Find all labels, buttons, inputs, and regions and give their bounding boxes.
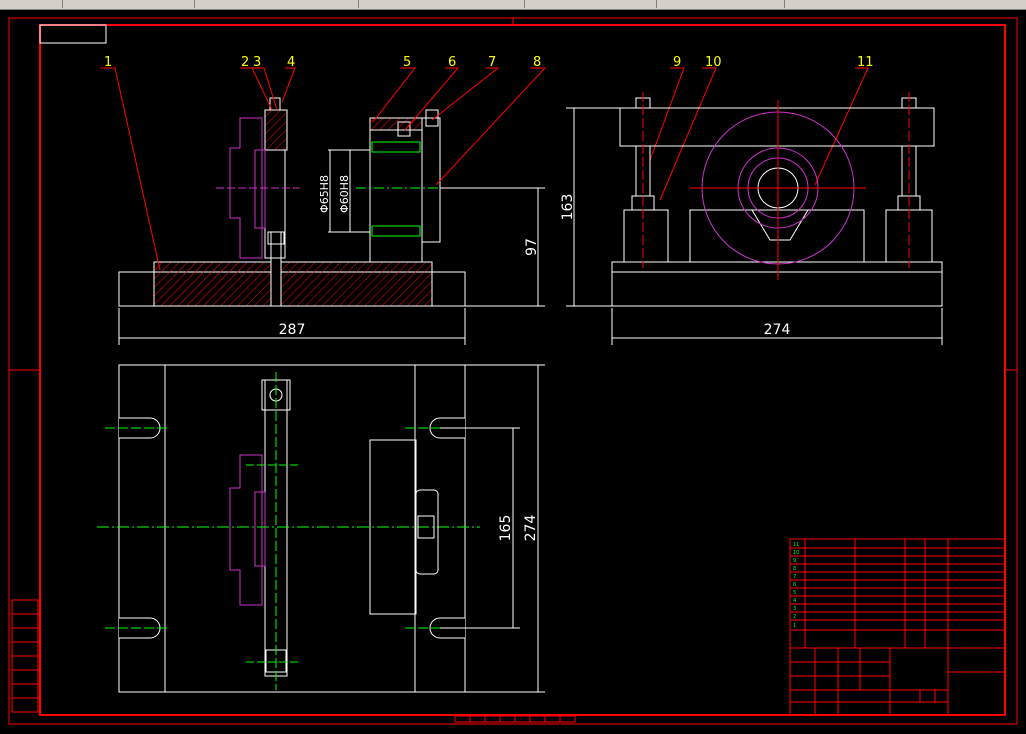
top-left-box — [39, 24, 107, 44]
tab-2[interactable] — [62, 0, 195, 8]
callout-10: 10 — [705, 55, 722, 70]
title-block — [789, 538, 1006, 716]
tab-4[interactable] — [358, 0, 525, 8]
dim-163: 163 — [560, 194, 576, 221]
dim-dia-60: Φ60H8 — [338, 175, 351, 213]
svg-text:11: 11 — [793, 542, 799, 548]
svg-text:9: 9 — [793, 558, 796, 564]
top-view: 165 274 — [97, 364, 545, 693]
dim-dia-65: Φ65H8 — [318, 175, 331, 213]
front-view: Φ65H8 Φ60H8 97 287 — [118, 97, 545, 345]
dim-165: 165 — [498, 515, 514, 542]
side-view: 163 274 — [560, 92, 943, 345]
svg-text:3: 3 — [793, 606, 796, 612]
callout-5: 5 — [403, 55, 411, 70]
callout-9: 9 — [673, 55, 681, 70]
dim-274-top: 274 — [523, 515, 539, 542]
svg-text:4: 4 — [793, 598, 796, 604]
bom-row-numbers: 11 10 9 8 7 6 5 4 3 2 1 — [793, 542, 799, 629]
tab-3[interactable] — [194, 0, 359, 8]
svg-text:6: 6 — [793, 582, 796, 588]
bottom-scale-mark — [454, 715, 576, 723]
callout-3: 3 — [253, 55, 261, 70]
svg-text:7: 7 — [793, 574, 796, 580]
drawing-sheet: Φ65H8 Φ60H8 97 287 1 2 3 4 5 6 7 8 9 10 … — [8, 17, 1018, 725]
svg-text:8: 8 — [793, 566, 796, 572]
callout-7: 7 — [488, 55, 496, 70]
dim-274-side: 274 — [764, 322, 791, 338]
svg-text:10: 10 — [793, 550, 799, 556]
callout-8: 8 — [533, 55, 541, 70]
dim-97: 97 — [524, 238, 540, 256]
part-callouts — [100, 67, 869, 271]
svg-text:2: 2 — [793, 614, 796, 620]
callout-4: 4 — [287, 55, 295, 70]
tab-1[interactable] — [0, 0, 63, 8]
dim-287: 287 — [279, 322, 306, 338]
callout-2: 2 — [241, 55, 249, 70]
callout-6: 6 — [448, 55, 456, 70]
base-hatched-section — [153, 261, 433, 307]
svg-text:1: 1 — [793, 623, 796, 629]
callout-11: 11 — [857, 55, 874, 70]
tab-6[interactable] — [656, 0, 785, 8]
callout-1: 1 — [104, 55, 112, 70]
svg-text:5: 5 — [793, 590, 796, 596]
tab-5[interactable] — [524, 0, 657, 8]
